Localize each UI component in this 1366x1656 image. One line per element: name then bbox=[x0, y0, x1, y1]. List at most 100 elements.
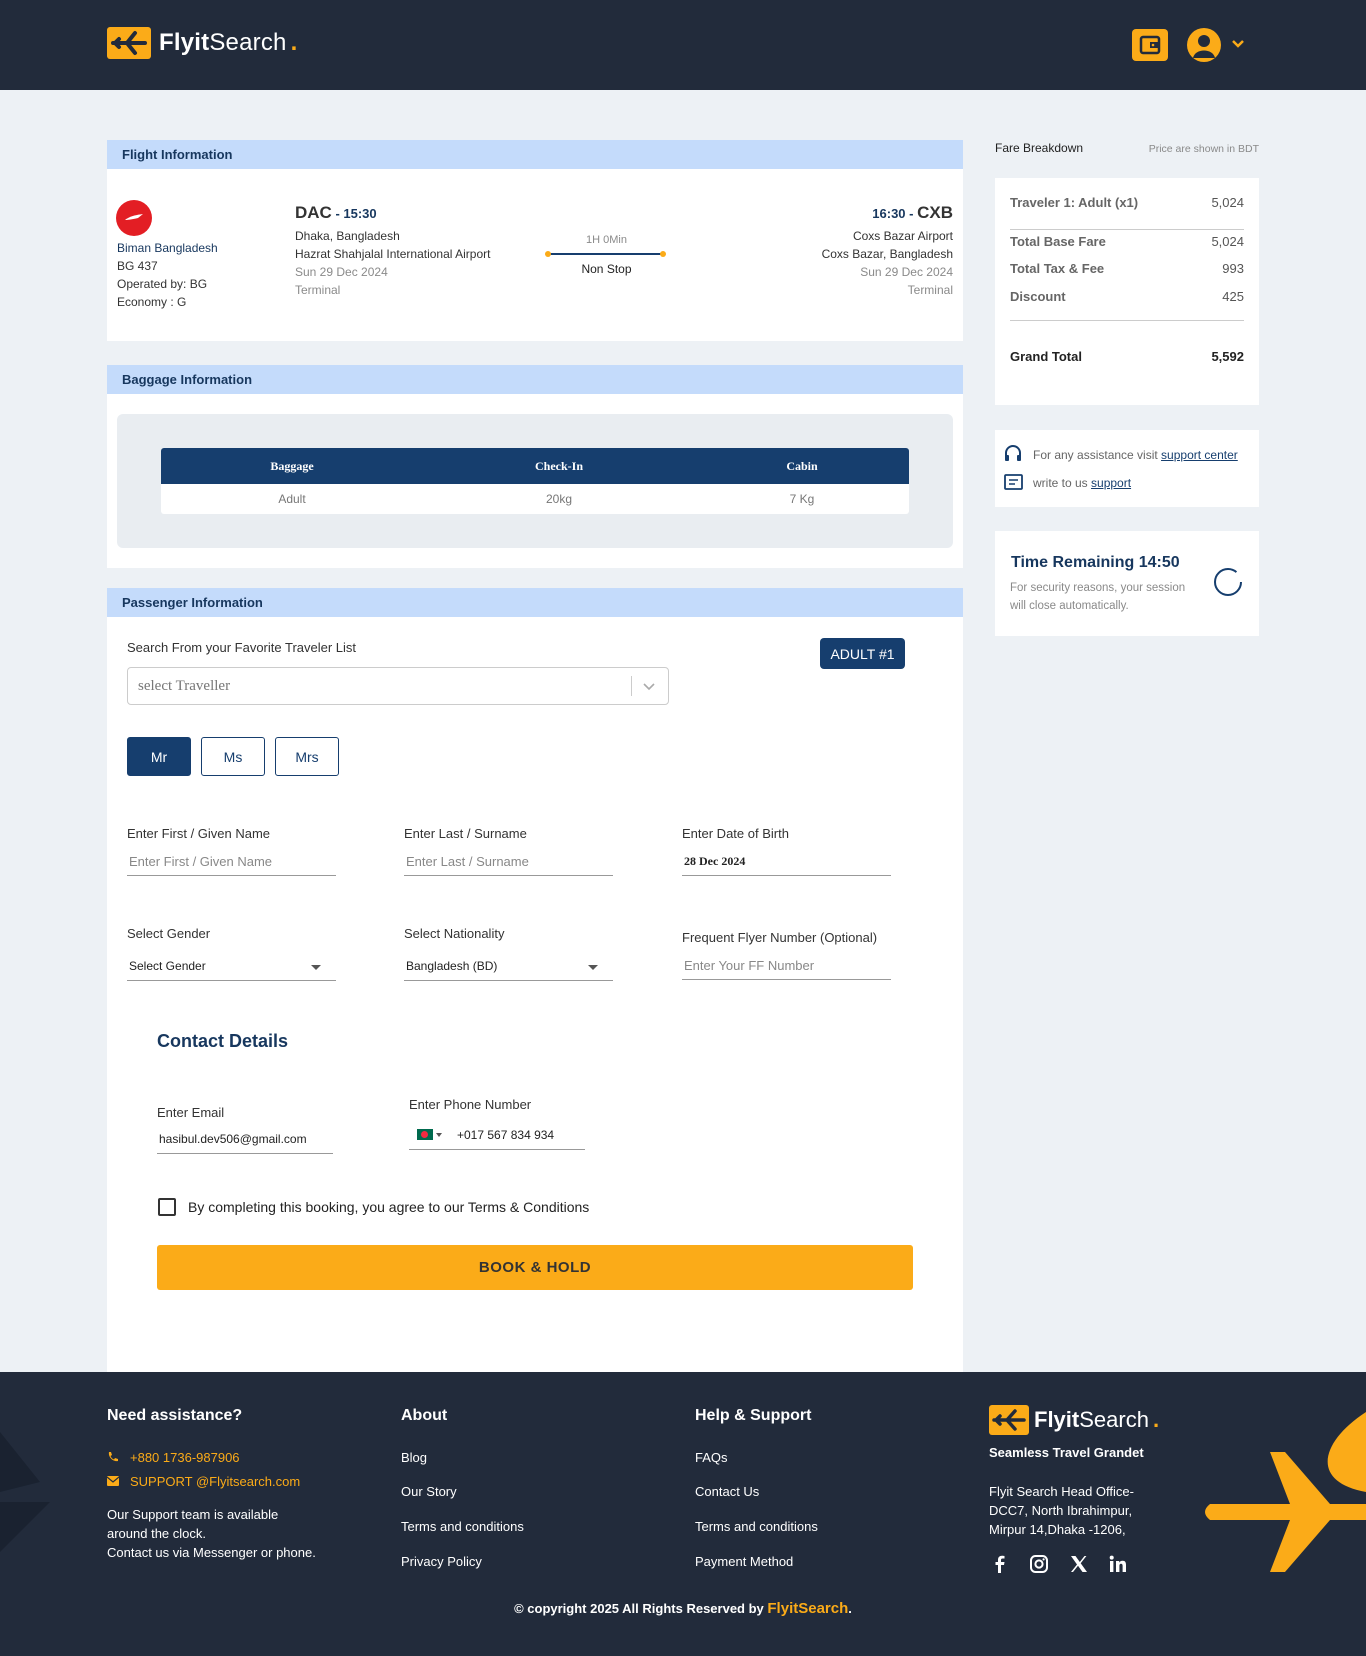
timer-note-line2: will close automatically. bbox=[1010, 600, 1129, 612]
wallet-icon[interactable] bbox=[1132, 29, 1168, 61]
footer-link-faqs[interactable]: FAQs bbox=[695, 1450, 728, 1465]
passenger-info-heading: Passenger Information bbox=[107, 588, 963, 617]
flight-number: BG 437 bbox=[117, 259, 158, 273]
plane-decoration-left-icon bbox=[0, 1432, 50, 1552]
origin-date: Sun 29 Dec 2024 bbox=[295, 265, 388, 279]
assistance-visit-text: For any assistance visit bbox=[1033, 448, 1162, 462]
facebook-icon[interactable] bbox=[990, 1554, 1010, 1574]
message-icon bbox=[1004, 474, 1023, 490]
footer-email[interactable]: SUPPORT @Flyitsearch.com bbox=[130, 1474, 300, 1489]
time-remaining: Time Remaining 14:50 bbox=[1011, 554, 1180, 571]
linkedin-icon[interactable] bbox=[1108, 1554, 1128, 1574]
last-name-input[interactable]: Enter Last / Surname bbox=[404, 850, 613, 876]
ff-number-label: Frequent Flyer Number (Optional) bbox=[682, 930, 878, 945]
logo-bold: Flyit bbox=[159, 29, 210, 56]
footer-address-line1: Flyit Search Head Office- bbox=[989, 1484, 1134, 1499]
instagram-icon[interactable] bbox=[1029, 1554, 1049, 1574]
airline-logo-icon bbox=[116, 200, 152, 236]
footer-link-blog[interactable]: Blog bbox=[401, 1450, 427, 1465]
footer-link-terms[interactable]: Terms and conditions bbox=[401, 1519, 524, 1534]
gender-value: Select Gender bbox=[129, 959, 206, 973]
gender-label: Select Gender bbox=[127, 926, 211, 941]
chevron-down-icon[interactable] bbox=[1230, 36, 1246, 52]
gender-select[interactable]: Select Gender bbox=[127, 955, 336, 981]
brand-logo[interactable]: FlyitSearch. bbox=[107, 27, 297, 59]
base-fare-row: Total Base Fare 5,024 bbox=[1010, 234, 1244, 249]
dob-input[interactable]: 28 Dec 2024 bbox=[682, 850, 891, 876]
traveler-select-placeholder: select Traveller bbox=[138, 678, 231, 694]
footer-brand-logo[interactable]: FlyitSearch. bbox=[989, 1405, 1159, 1435]
terms-text: By completing this booking, you agree to… bbox=[188, 1199, 590, 1215]
footer-assist-title: Need assistance? bbox=[107, 1407, 243, 1424]
last-name-label: Enter Last / Surname bbox=[404, 826, 527, 841]
destination-date: Sun 29 Dec 2024 bbox=[860, 265, 953, 279]
support-center-link[interactable]: support center bbox=[1161, 448, 1238, 462]
email-input[interactable]: hasibul.dev506@gmail.com bbox=[157, 1128, 333, 1154]
title-ms-button[interactable]: Ms bbox=[201, 737, 265, 776]
route-line bbox=[548, 253, 664, 255]
footer-assist-line3: Contact us via Messenger or phone. bbox=[107, 1545, 316, 1560]
route-dot-end bbox=[660, 251, 666, 257]
grand-total-value: 5,592 bbox=[1211, 349, 1244, 364]
nationality-value: Bangladesh (BD) bbox=[406, 959, 498, 973]
phone-label: Enter Phone Number bbox=[409, 1097, 532, 1112]
caret-down-icon[interactable] bbox=[588, 965, 598, 970]
fare-divider bbox=[1010, 229, 1244, 230]
cabin-col-header: Cabin bbox=[786, 458, 818, 473]
caret-down-icon[interactable] bbox=[436, 1133, 442, 1137]
discount-label: Discount bbox=[1010, 289, 1066, 304]
x-twitter-icon[interactable] bbox=[1069, 1554, 1089, 1574]
bangladesh-flag-icon[interactable] bbox=[417, 1129, 433, 1140]
user-circle-icon[interactable] bbox=[1187, 28, 1221, 62]
assistance-write: write to us support bbox=[1033, 476, 1131, 490]
assistance-write-text: write to us bbox=[1033, 476, 1092, 490]
ff-number-input[interactable]: Enter Your FF Number bbox=[682, 954, 891, 980]
logo-dot: . bbox=[290, 29, 298, 56]
phone-icon bbox=[108, 1452, 118, 1462]
adult-badge: ADULT #1 bbox=[820, 638, 905, 669]
title-mr-button[interactable]: Mr bbox=[127, 737, 191, 776]
cabin-allowance: 7 Kg bbox=[789, 492, 815, 506]
footer-address-line3: Mirpur 14,Dhaka -1206, bbox=[989, 1522, 1126, 1537]
nationality-select[interactable]: Bangladesh (BD) bbox=[404, 955, 613, 981]
caret-down-icon[interactable] bbox=[311, 965, 321, 970]
route-dot-start bbox=[545, 251, 551, 257]
footer-phone[interactable]: +880 1736-987906 bbox=[130, 1450, 240, 1465]
footer-link-payment[interactable]: Payment Method bbox=[695, 1554, 793, 1569]
footer-link-contact[interactable]: Contact Us bbox=[695, 1484, 759, 1499]
footer-link-our-story[interactable]: Our Story bbox=[401, 1484, 457, 1499]
book-hold-button[interactable]: BOOK & HOLD bbox=[157, 1245, 913, 1290]
support-link[interactable]: support bbox=[1091, 476, 1131, 490]
title-mrs-button[interactable]: Mrs bbox=[275, 737, 339, 776]
footer-help-title: Help & Support bbox=[695, 1407, 812, 1424]
origin-terminal: Terminal bbox=[295, 283, 341, 297]
assistance-visit: For any assistance visit support center bbox=[1033, 448, 1238, 462]
footer-logo-bold: Flyit bbox=[1034, 1407, 1080, 1432]
email-label: Enter Email bbox=[157, 1105, 225, 1120]
origin-airport: Hazrat Shahjalal International Airport bbox=[295, 247, 491, 261]
footer-link-privacy[interactable]: Privacy Policy bbox=[401, 1554, 482, 1569]
tax-fee-value: 993 bbox=[1222, 261, 1244, 276]
phone-value: +017 567 834 934 bbox=[457, 1128, 555, 1142]
footer-logo-dot: . bbox=[1152, 1407, 1160, 1432]
traveler-search-label: Search From your Favorite Traveler List bbox=[127, 640, 357, 655]
traveler-fare-row: Traveler 1: Adult (x1) 5,024 bbox=[1010, 195, 1244, 210]
traveler-select[interactable]: select Traveller bbox=[127, 667, 669, 705]
origin-code-time: DAC - 15:30 bbox=[295, 203, 377, 223]
copyright-brand[interactable]: FlyitSearch bbox=[767, 1600, 848, 1617]
plane-logo-icon bbox=[107, 27, 151, 59]
base-fare-label: Total Base Fare bbox=[1010, 234, 1106, 249]
airline-name: Biman Bangladesh bbox=[117, 241, 218, 255]
grand-total-row: Grand Total 5,592 bbox=[1010, 349, 1244, 364]
terms-checkbox[interactable] bbox=[158, 1198, 176, 1216]
footer-assist-line1: Our Support team is available bbox=[107, 1507, 279, 1522]
timer-note-line1: For security reasons, your session bbox=[1010, 582, 1186, 594]
destination-time-code: 16:30 - CXB bbox=[872, 203, 953, 223]
chevron-down-icon[interactable] bbox=[642, 680, 656, 694]
footer-link-terms-support[interactable]: Terms and conditions bbox=[695, 1519, 818, 1534]
footer-about-title: About bbox=[401, 1407, 448, 1424]
first-name-label: Enter First / Given Name bbox=[127, 826, 271, 841]
phone-input[interactable]: +017 567 834 934 bbox=[409, 1120, 585, 1150]
first-name-input[interactable]: Enter First / Given Name bbox=[127, 850, 336, 876]
origin-code: DAC bbox=[295, 203, 332, 222]
